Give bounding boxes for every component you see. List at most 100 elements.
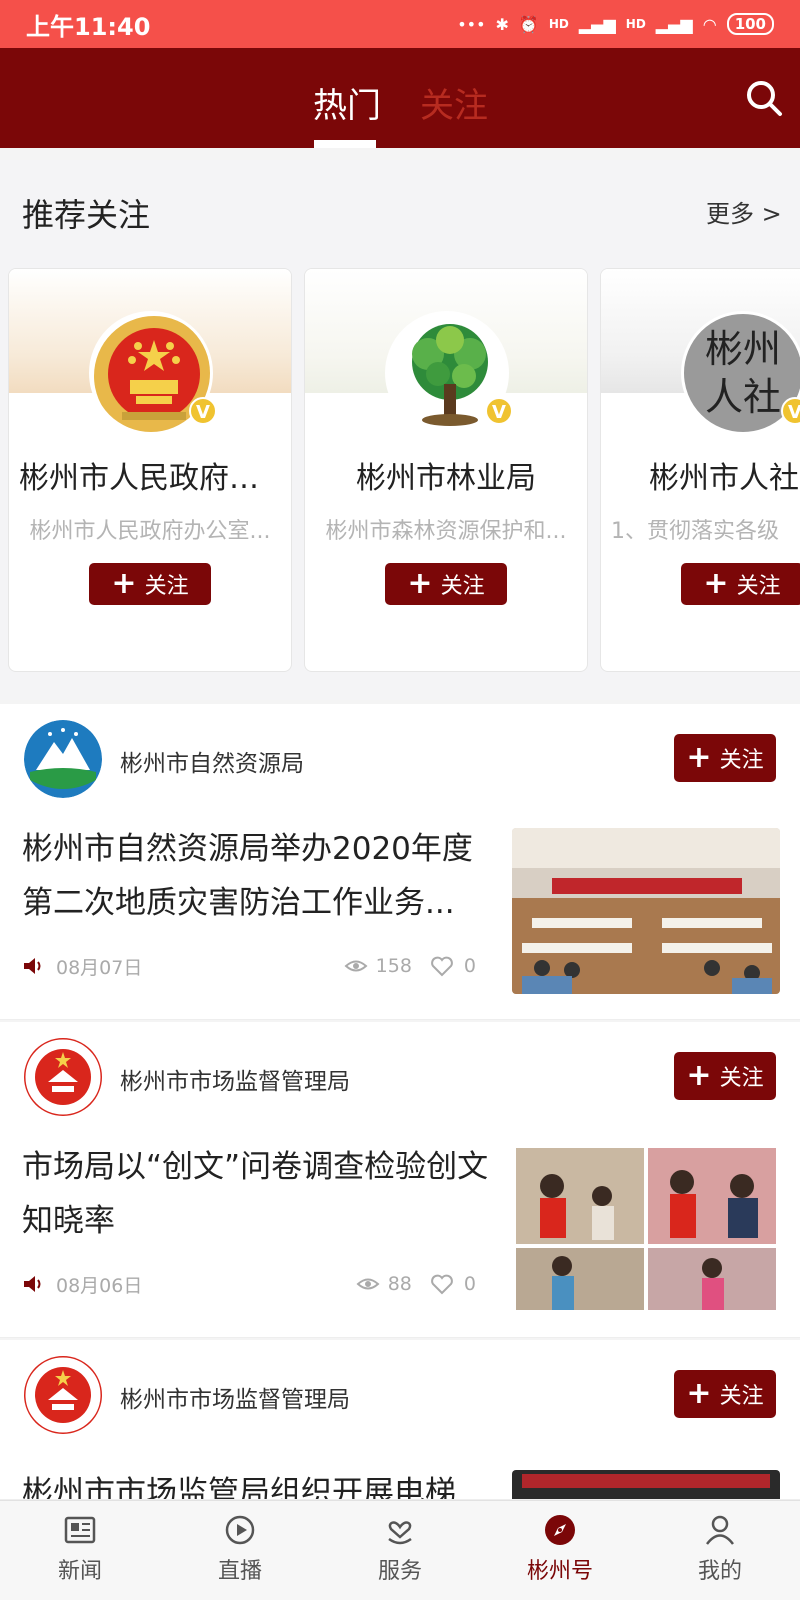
nav-label: 直播 [217, 1559, 262, 1584]
feed-meta: 08月06日 88 0 [22, 1270, 476, 1298]
feed-source[interactable]: 彬州市市场监督管理局 [120, 1380, 350, 1414]
signal-bars-icon-2: ▂▄▆ [655, 14, 693, 34]
feed-date: 08月06日 [56, 1274, 143, 1297]
follow-button[interactable]: + 关注 [681, 563, 800, 605]
top-nav: 热门 关注 [0, 48, 800, 148]
nav-label: 新闻 [57, 1559, 102, 1584]
feed-thumbnail[interactable] [512, 1470, 780, 1499]
feed-item[interactable]: 彬州市市场监督管理局 + 关注 彬州市市场监管局组织开展电梯 [0, 1340, 800, 1500]
speaker-icon[interactable] [22, 955, 44, 977]
tab-hot[interactable]: 热门 [313, 78, 381, 127]
feed-title[interactable]: 彬州市自然资源局举办2020年度第二次地质灾害防治工作业务... [22, 822, 492, 930]
verified-badge-icon: V [781, 397, 800, 425]
nav-live[interactable]: 直播 [160, 1501, 320, 1600]
more-dots-icon: ••• [457, 14, 486, 34]
feed-title[interactable]: 市场局以“创文”问卷调查检验创文知晓率 [22, 1140, 492, 1248]
plus-icon: + [407, 566, 433, 601]
compass-icon [545, 1515, 575, 1545]
follow-label: 关注 [144, 574, 189, 599]
view-count: 158 [375, 955, 412, 977]
status-bar: 上午11:40 ••• ✱ ⏰ HD ▂▄▆ HD ▂▄▆ ◠ 100 [0, 0, 800, 48]
nav-label: 彬州号 [526, 1559, 593, 1584]
card-name: 彬州市人社 [649, 461, 799, 496]
recommend-card[interactable]: V 彬州市人民政府办... 彬州市人民政府办公室... + 关注 [8, 268, 292, 672]
card-desc: 彬州市森林资源保护和... [325, 519, 567, 544]
nav-label: 我的 [697, 1559, 742, 1584]
activity-photo-grid [512, 1146, 780, 1312]
app-screen: 上午11:40 ••• ✱ ⏰ HD ▂▄▆ HD ▂▄▆ ◠ 100 热门 关… [0, 0, 800, 1600]
signal-icon-2: HD [625, 17, 646, 31]
eye-icon [356, 1278, 380, 1290]
recommend-card[interactable]: V 彬州市林业局 彬州市森林资源保护和... + 关注 [304, 268, 588, 672]
market-supervision-logo-icon [24, 1356, 102, 1434]
market-supervision-logo-icon [24, 1038, 102, 1116]
follow-button[interactable]: + 关注 [674, 1052, 776, 1100]
heart-icon[interactable] [430, 1272, 454, 1296]
signal-bars-icon: ▂▄▆ [578, 14, 616, 34]
source-logo [24, 720, 102, 798]
follow-label: 关注 [440, 574, 485, 599]
like-count: 0 [463, 955, 476, 977]
feed-item[interactable]: 彬州市市场监督管理局 + 关注 市场局以“创文”问卷调查检验创文知晓率 08月06… [0, 1022, 800, 1338]
view-count: 88 [387, 1273, 412, 1295]
nav-news[interactable]: 新闻 [0, 1501, 160, 1600]
tab-following[interactable]: 关注 [420, 78, 488, 127]
eye-icon [344, 960, 368, 972]
card-name: 彬州市林业局 [356, 461, 536, 496]
bottom-nav: 新闻 直播 服务 彬州号 我的 [0, 1500, 800, 1600]
verified-badge-icon: V [189, 397, 217, 425]
meeting-photo [512, 828, 780, 994]
feed-date: 08月07日 [56, 956, 143, 979]
recommend-card[interactable]: 彬州 人社 V 彬州市人社 1、贯彻落实各级 + 关注 [600, 268, 800, 672]
follow-label: 关注 [719, 748, 764, 773]
avatar-text: 彬州 人社 [704, 327, 781, 419]
nav-service[interactable]: 服务 [320, 1501, 480, 1600]
verified-badge-icon: V [485, 397, 513, 425]
search-icon[interactable] [744, 78, 784, 118]
plus-icon: + [686, 1376, 712, 1411]
wifi-icon: ◠ [702, 14, 717, 34]
like-count: 0 [463, 1273, 476, 1295]
feed-thumbnail[interactable] [512, 1146, 780, 1312]
recommend-title: 推荐关注 [22, 196, 151, 234]
follow-button[interactable]: + 关注 [385, 563, 507, 605]
profile-icon [706, 1515, 734, 1545]
active-tab-indicator [314, 140, 376, 148]
source-logo [24, 1038, 102, 1116]
speaker-icon[interactable] [22, 1273, 44, 1295]
plus-icon: + [686, 740, 712, 775]
feed-meta: 08月07日 158 0 [22, 952, 476, 980]
source-logo [24, 1356, 102, 1434]
follow-label: 关注 [736, 574, 781, 599]
hall-photo [512, 1470, 780, 1499]
feed-source[interactable]: 彬州市自然资源局 [120, 744, 304, 778]
signal-icon: HD [548, 17, 569, 31]
nav-profile[interactable]: 我的 [640, 1501, 800, 1600]
follow-button[interactable]: + 关注 [674, 734, 776, 782]
heart-icon[interactable] [430, 954, 454, 978]
alarm-icon: ⏰ [518, 14, 539, 34]
card-desc: 彬州市人民政府办公室... [29, 519, 271, 544]
plus-icon: + [686, 1058, 712, 1093]
feed-source[interactable]: 彬州市市场监督管理局 [120, 1062, 350, 1096]
live-icon [225, 1515, 255, 1545]
card-desc: 1、贯彻落实各级 [611, 519, 779, 544]
follow-label: 关注 [719, 1384, 764, 1409]
feed-item[interactable]: 彬州市自然资源局 + 关注 彬州市自然资源局举办2020年度第二次地质灾害防治工作… [0, 704, 800, 1020]
plus-icon: + [111, 566, 137, 601]
plus-icon: + [703, 566, 729, 601]
status-time: 上午11:40 [26, 12, 151, 41]
follow-button[interactable]: + 关注 [674, 1370, 776, 1418]
nav-label: 服务 [377, 1559, 422, 1584]
more-link[interactable]: 更多 > [706, 194, 782, 229]
natural-resources-logo-icon [24, 720, 102, 798]
nav-binzhou-account[interactable]: 彬州号 [480, 1501, 640, 1600]
follow-button[interactable]: + 关注 [89, 563, 211, 605]
recommend-section: 推荐关注 更多 > V 彬州市人民政府办... 彬州市人民政府办公室... + … [0, 160, 800, 700]
feed-title[interactable]: 彬州市市场监管局组织开展电梯 [22, 1466, 492, 1499]
service-icon [388, 1521, 412, 1545]
bluetooth-icon: ✱ [495, 14, 509, 34]
status-icons: ••• ✱ ⏰ HD ▂▄▆ HD ▂▄▆ ◠ 100 [457, 13, 774, 35]
card-name: 彬州市人民政府办... [19, 461, 288, 496]
feed-thumbnail[interactable] [512, 828, 780, 994]
